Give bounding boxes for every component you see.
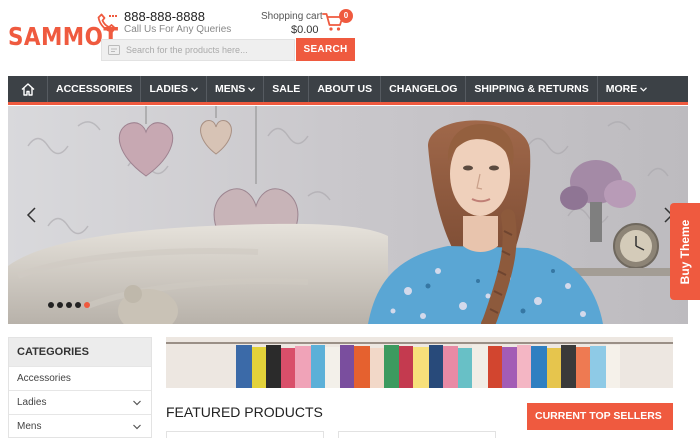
nav-ladies[interactable]: LADIES — [141, 76, 207, 102]
nav-home[interactable] — [8, 76, 48, 102]
home-icon — [21, 82, 34, 96]
chevron-down-icon — [191, 86, 198, 92]
top-sellers-title: CURRENT TOP SELLERS — [527, 403, 673, 430]
nav-label: CHANGELOG — [389, 83, 458, 95]
nav-label: ACCESSORIES — [56, 83, 133, 95]
slider-dot[interactable] — [57, 302, 63, 308]
product-card[interactable] — [166, 431, 324, 438]
nav-mens[interactable]: MENS — [207, 76, 265, 102]
nav-label: LADIES — [149, 83, 188, 95]
hero-image — [8, 106, 688, 324]
phone-icon — [97, 13, 117, 33]
search-input[interactable] — [126, 40, 292, 60]
category-label: Accessories — [17, 373, 71, 384]
nav-sale[interactable]: SALE — [264, 76, 310, 102]
banner-image — [166, 337, 673, 388]
nav-label: MENS — [214, 83, 246, 95]
category-item-accessories[interactable]: Accessories — [9, 366, 151, 390]
nav-about-us[interactable]: ABOUT US — [309, 76, 382, 102]
chevron-left-icon[interactable] — [24, 206, 40, 224]
chevron-down-icon — [248, 86, 256, 92]
slider-pagination — [48, 302, 90, 308]
categories-title: CATEGORIES — [9, 338, 151, 366]
nav-accessories[interactable]: ACCESSORIES — [48, 76, 142, 102]
search-button[interactable]: SEARCH — [296, 38, 355, 61]
chevron-down-icon[interactable] — [133, 400, 141, 406]
slider-dot[interactable] — [75, 302, 81, 308]
search-field-icon — [108, 45, 120, 55]
nav-label: SALE — [272, 83, 301, 95]
chevron-down-icon[interactable] — [133, 424, 141, 430]
product-card[interactable] — [338, 431, 496, 438]
buy-theme-label: Buy Theme — [678, 219, 692, 284]
nav-label: ABOUT US — [317, 83, 373, 95]
nav-changelog[interactable]: CHANGELOG — [381, 76, 467, 102]
cart-label[interactable]: Shopping cart — [261, 11, 323, 22]
main-nav: ACCESSORIES LADIES MENS SALE ABOUT US CH… — [8, 76, 688, 105]
nav-shipping-returns[interactable]: SHIPPING & RETURNS — [466, 76, 598, 102]
slider-dot[interactable] — [66, 302, 72, 308]
buy-theme-button[interactable]: Buy Theme — [670, 203, 700, 300]
hero-slider[interactable] — [8, 106, 688, 324]
category-item-mens[interactable]: Mens — [9, 414, 151, 437]
chevron-down-icon — [640, 86, 648, 92]
phone-subtitle: Call Us For Any Queries — [124, 24, 232, 35]
search-box — [101, 39, 295, 61]
categories-panel: CATEGORIES Accessories Ladies Mens — [8, 337, 152, 438]
nav-label: MORE — [605, 83, 638, 95]
promo-banner[interactable] — [166, 337, 673, 388]
slider-dot[interactable] — [48, 302, 54, 308]
category-item-ladies[interactable]: Ladies — [9, 390, 151, 414]
slider-dot-active[interactable] — [84, 302, 90, 308]
cart-count-badge: 0 — [339, 9, 353, 23]
featured-products-title: FEATURED PRODUCTS — [166, 404, 323, 420]
category-label: Mens — [17, 421, 42, 432]
phone-number[interactable]: 888-888-8888 — [124, 9, 205, 24]
cart-total[interactable]: $0.00 — [291, 24, 319, 36]
nav-label: SHIPPING & RETURNS — [474, 83, 589, 95]
category-label: Ladies — [17, 397, 47, 408]
nav-more[interactable]: MORE — [598, 76, 656, 102]
